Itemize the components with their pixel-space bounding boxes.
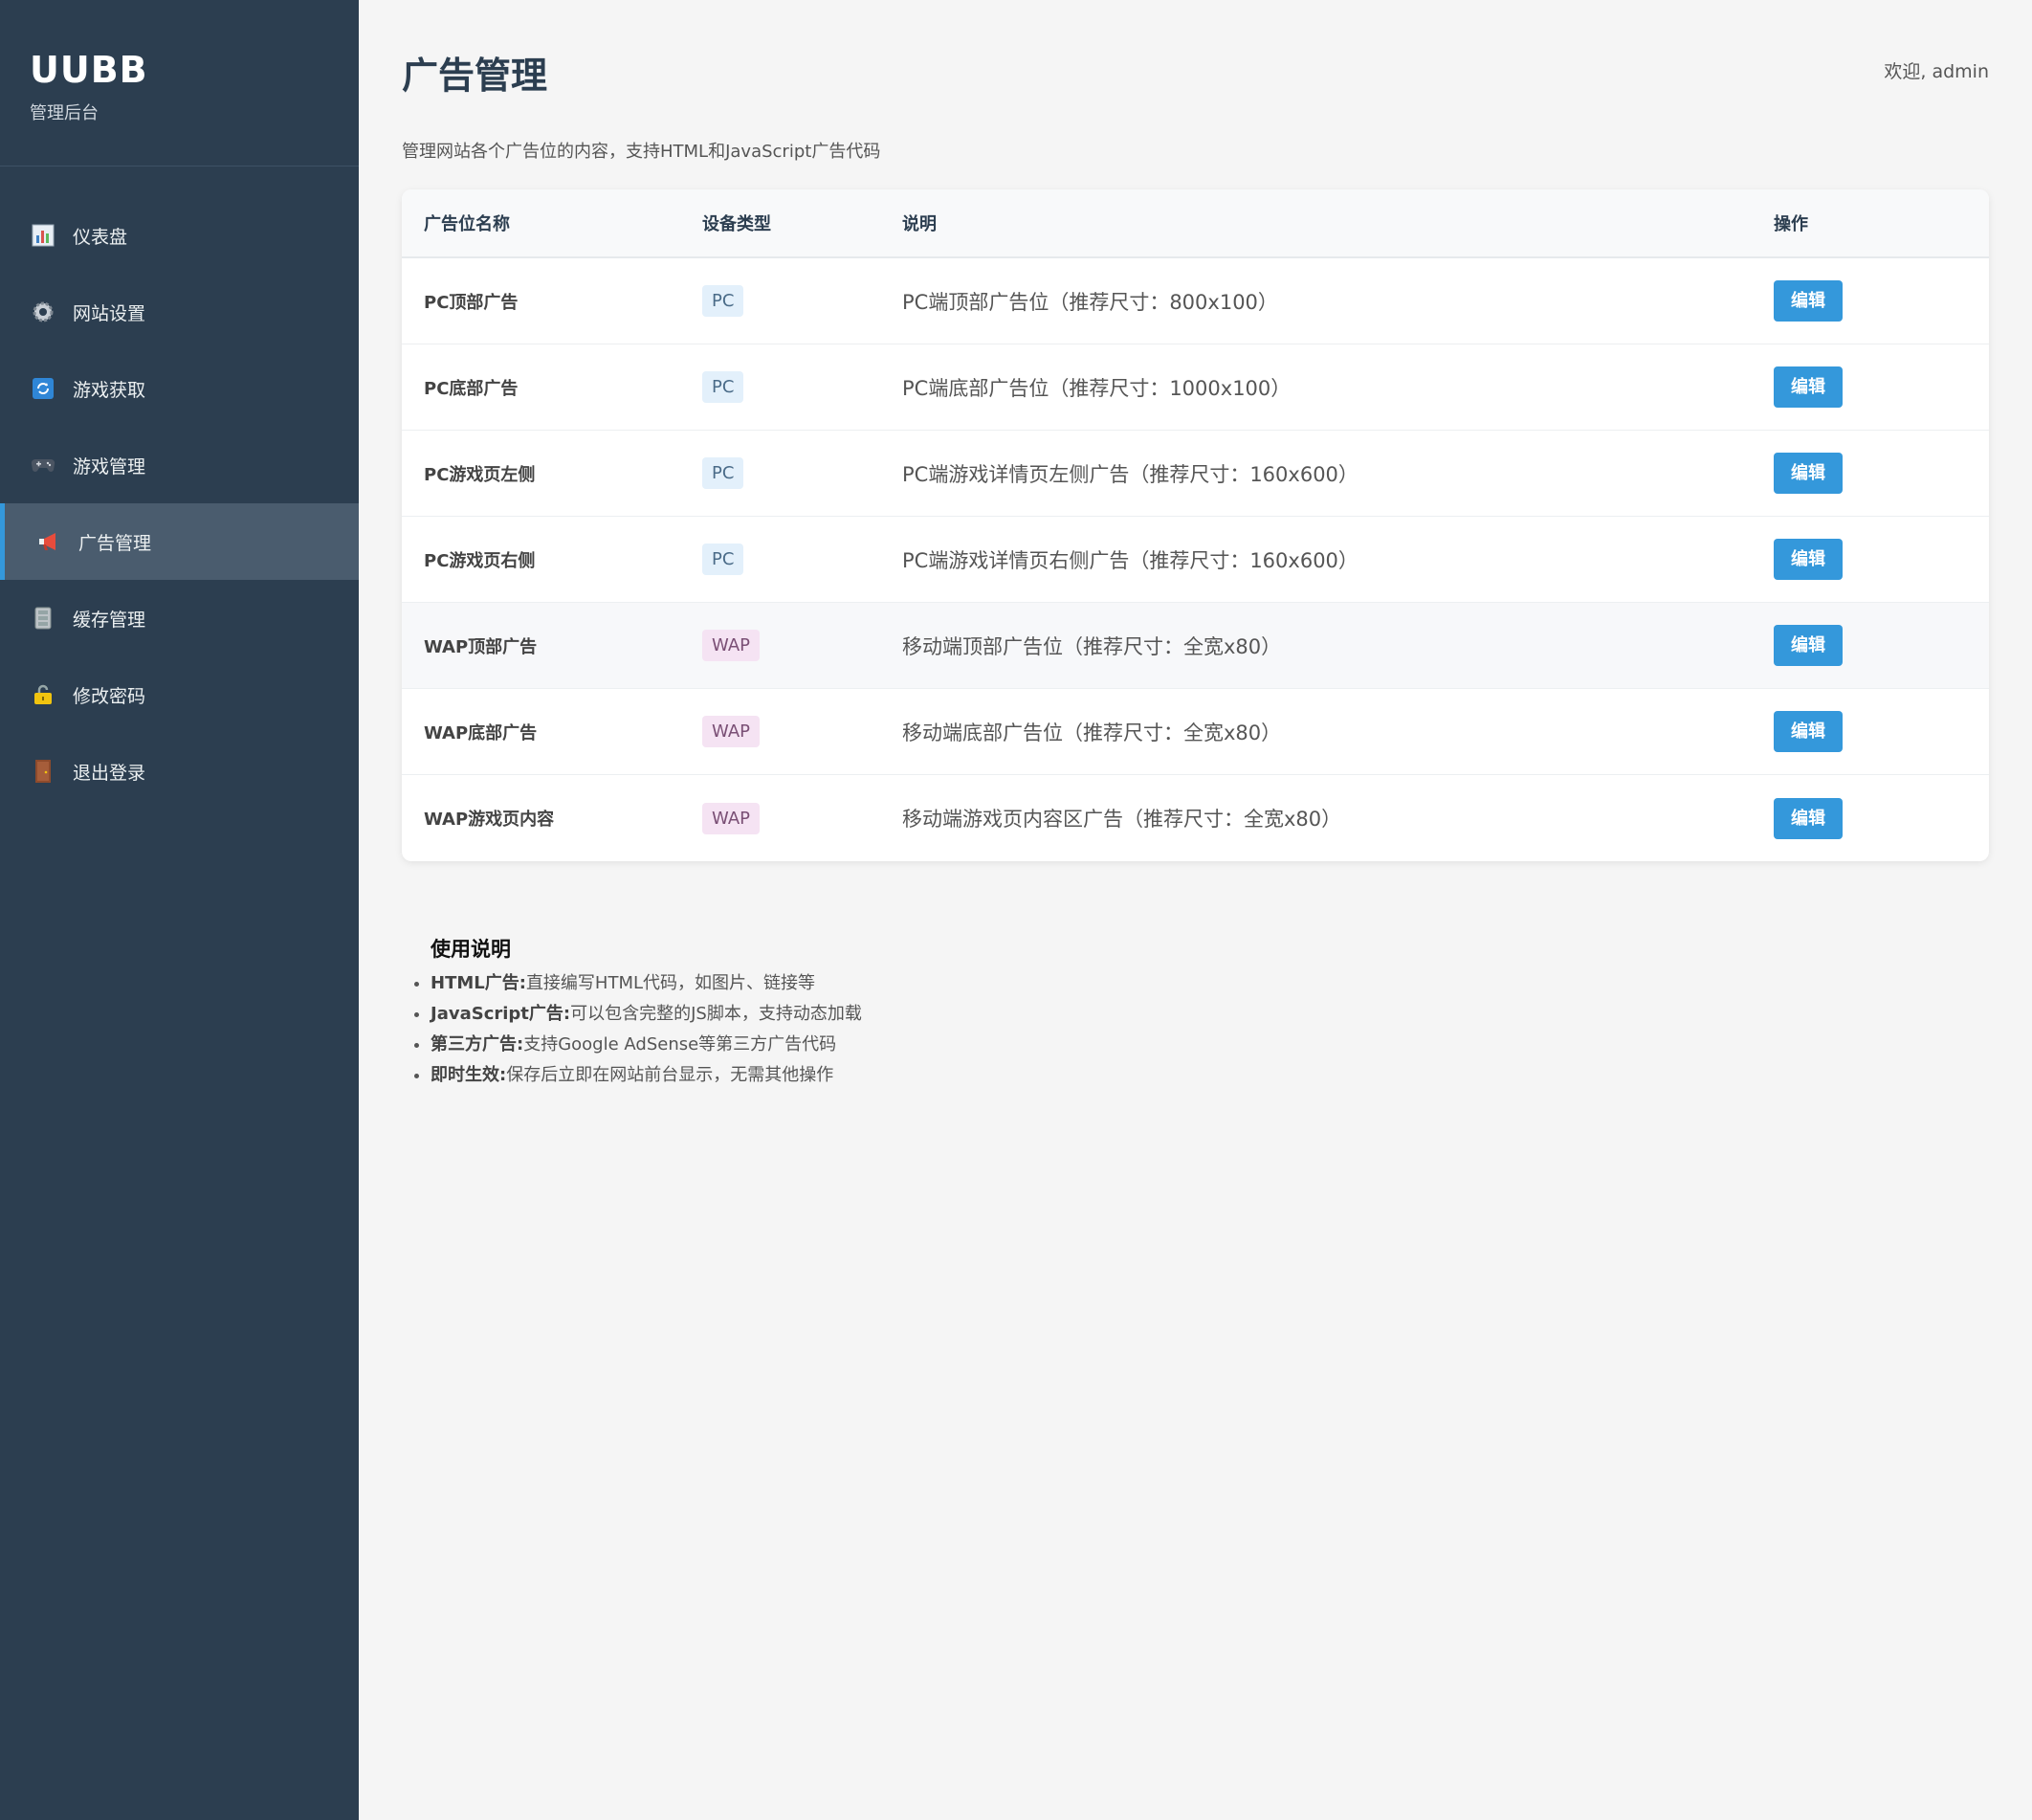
- page-description: 管理网站各个广告位的内容，支持HTML和JavaScript广告代码: [402, 142, 881, 162]
- ad-slot-description: PC端游戏详情页右侧广告（推荐尺寸：160x600）: [902, 548, 1358, 572]
- column-header-action: 操作: [1774, 214, 1808, 234]
- sidebar-item-cache[interactable]: 缓存管理: [0, 580, 359, 656]
- table-header: 广告位名称 设备类型 说明 操作: [402, 189, 1989, 258]
- cabinet-icon: [31, 606, 55, 631]
- sidebar-item-label: 缓存管理: [73, 609, 146, 631]
- device-badge: WAP: [702, 716, 760, 747]
- note-text: 可以包含完整的JS脚本，支持动态加载: [570, 1004, 862, 1024]
- note-label: 即时生效:: [431, 1065, 507, 1085]
- device-badge: PC: [702, 371, 744, 403]
- ad-slot-name: PC游戏页右侧: [424, 550, 536, 571]
- sidebar: UUBB 管理后台 仪表盘 网站设置 游戏获取 游戏管理 广告管理 缓存管理 修…: [0, 0, 359, 1820]
- refresh-icon: [31, 376, 55, 401]
- table-row: WAP顶部广告 WAP 移动端顶部广告位（推荐尺寸：全宽x80） 编辑: [402, 603, 1989, 689]
- table-row: PC游戏页左侧 PC PC端游戏详情页左侧广告（推荐尺寸：160x600） 编辑: [402, 431, 1989, 517]
- table-row: WAP底部广告 WAP 移动端底部广告位（推荐尺寸：全宽x80） 编辑: [402, 689, 1989, 775]
- sidebar-item-label: 游戏获取: [73, 379, 146, 401]
- device-badge: PC: [702, 544, 744, 575]
- column-header-description: 说明: [902, 214, 937, 234]
- edit-button[interactable]: 编辑: [1774, 797, 1843, 839]
- edit-button[interactable]: 编辑: [1774, 711, 1843, 752]
- list-item: 第三方广告:支持Google AdSense等第三方广告代码: [431, 1030, 862, 1060]
- megaphone-icon: [36, 529, 61, 554]
- sidebar-item-label: 修改密码: [73, 685, 146, 707]
- sidebar-item-label: 网站设置: [73, 302, 146, 324]
- gear-icon: [31, 300, 55, 324]
- note-text: 保存后立即在网站前台显示，无需其他操作: [506, 1065, 834, 1085]
- sidebar-item-logout[interactable]: 退出登录: [0, 733, 359, 810]
- sidebar-item-label: 仪表盘: [73, 226, 128, 248]
- ad-slot-description: PC端底部广告位（推荐尺寸：1000x100）: [902, 376, 1292, 400]
- sidebar-item-game-manage[interactable]: 游戏管理: [0, 427, 359, 503]
- table-row: PC顶部广告 PC PC端顶部广告位（推荐尺寸：800x100） 编辑: [402, 258, 1989, 344]
- edit-button[interactable]: 编辑: [1774, 453, 1843, 494]
- edit-button[interactable]: 编辑: [1774, 366, 1843, 408]
- sidebar-item-label: 游戏管理: [73, 455, 146, 477]
- ad-slot-description: PC端游戏详情页左侧广告（推荐尺寸：160x600）: [902, 462, 1358, 486]
- usage-notes-list: HTML广告:直接编写HTML代码，如图片、链接等 JavaScript广告:可…: [402, 968, 862, 1091]
- ad-slot-name: WAP顶部广告: [424, 636, 538, 657]
- door-icon: [31, 759, 55, 784]
- sidebar-item-label: 广告管理: [78, 532, 152, 554]
- note-label: JavaScript广告:: [431, 1004, 571, 1024]
- sidebar-nav: 仪表盘 网站设置 游戏获取 游戏管理 广告管理 缓存管理 修改密码 退出登录: [0, 197, 359, 810]
- ad-slot-description: 移动端顶部广告位（推荐尺寸：全宽x80）: [902, 634, 1282, 658]
- ad-slot-description: PC端顶部广告位（推荐尺寸：800x100）: [902, 290, 1278, 314]
- sidebar-item-settings[interactable]: 网站设置: [0, 274, 359, 350]
- table-row: PC游戏页右侧 PC PC端游戏详情页右侧广告（推荐尺寸：160x600） 编辑: [402, 517, 1989, 603]
- ad-slot-name: WAP游戏页内容: [424, 810, 555, 830]
- usage-notes-title: 使用说明: [431, 938, 511, 961]
- ads-table: 广告位名称 设备类型 说明 操作 PC顶部广告 PC PC端顶部广告位（推荐尺寸…: [402, 189, 1989, 861]
- main-content: 广告管理 欢迎, admin 管理网站各个广告位的内容，支持HTML和JavaS…: [359, 0, 2032, 1820]
- ad-slot-name: WAP底部广告: [424, 722, 538, 744]
- device-badge: WAP: [702, 630, 760, 661]
- list-item: JavaScript广告:可以包含完整的JS脚本，支持动态加载: [431, 999, 862, 1030]
- brand-subtitle: 管理后台: [30, 103, 99, 123]
- column-header-name: 广告位名称: [424, 214, 510, 234]
- column-header-type: 设备类型: [702, 214, 771, 234]
- note-label: HTML广告:: [431, 973, 526, 993]
- page-title: 广告管理: [402, 55, 548, 97]
- ad-slot-description: 移动端游戏页内容区广告（推荐尺寸：全宽x80）: [902, 808, 1342, 831]
- device-badge: PC: [702, 285, 744, 317]
- table-row: PC底部广告 PC PC端底部广告位（推荐尺寸：1000x100） 编辑: [402, 344, 1989, 431]
- brand-title: UUBB: [30, 49, 148, 91]
- sidebar-item-game-fetch[interactable]: 游戏获取: [0, 350, 359, 427]
- edit-button[interactable]: 编辑: [1774, 625, 1843, 666]
- table-row: WAP游戏页内容 WAP 移动端游戏页内容区广告（推荐尺寸：全宽x80） 编辑: [402, 775, 1989, 861]
- device-badge: WAP: [702, 802, 760, 834]
- brand: UUBB 管理后台: [0, 0, 359, 166]
- sidebar-item-password[interactable]: 修改密码: [0, 656, 359, 733]
- edit-button[interactable]: 编辑: [1774, 539, 1843, 580]
- ad-slot-description: 移动端底部广告位（推荐尺寸：全宽x80）: [902, 721, 1282, 744]
- note-text: 直接编写HTML代码，如图片、链接等: [525, 973, 816, 993]
- chart-icon: [31, 223, 55, 248]
- welcome-text: 欢迎, admin: [1884, 61, 1989, 82]
- ad-slot-name: PC顶部广告: [424, 292, 519, 313]
- note-text: 支持Google AdSense等第三方广告代码: [523, 1034, 837, 1054]
- edit-button[interactable]: 编辑: [1774, 280, 1843, 322]
- gamepad-icon: [31, 453, 55, 477]
- ad-slot-name: PC底部广告: [424, 378, 519, 399]
- lock-icon: [31, 682, 55, 707]
- sidebar-item-label: 退出登录: [73, 762, 146, 784]
- sidebar-item-dashboard[interactable]: 仪表盘: [0, 197, 359, 274]
- sidebar-item-ads[interactable]: 广告管理: [0, 503, 359, 580]
- note-label: 第三方广告:: [431, 1034, 524, 1054]
- ad-slot-name: PC游戏页左侧: [424, 464, 536, 485]
- device-badge: PC: [702, 457, 744, 489]
- usage-notes: 使用说明 HTML广告:直接编写HTML代码，如图片、链接等 JavaScrip…: [402, 934, 862, 1091]
- list-item: 即时生效:保存后立即在网站前台显示，无需其他操作: [431, 1060, 862, 1091]
- list-item: HTML广告:直接编写HTML代码，如图片、链接等: [431, 968, 862, 999]
